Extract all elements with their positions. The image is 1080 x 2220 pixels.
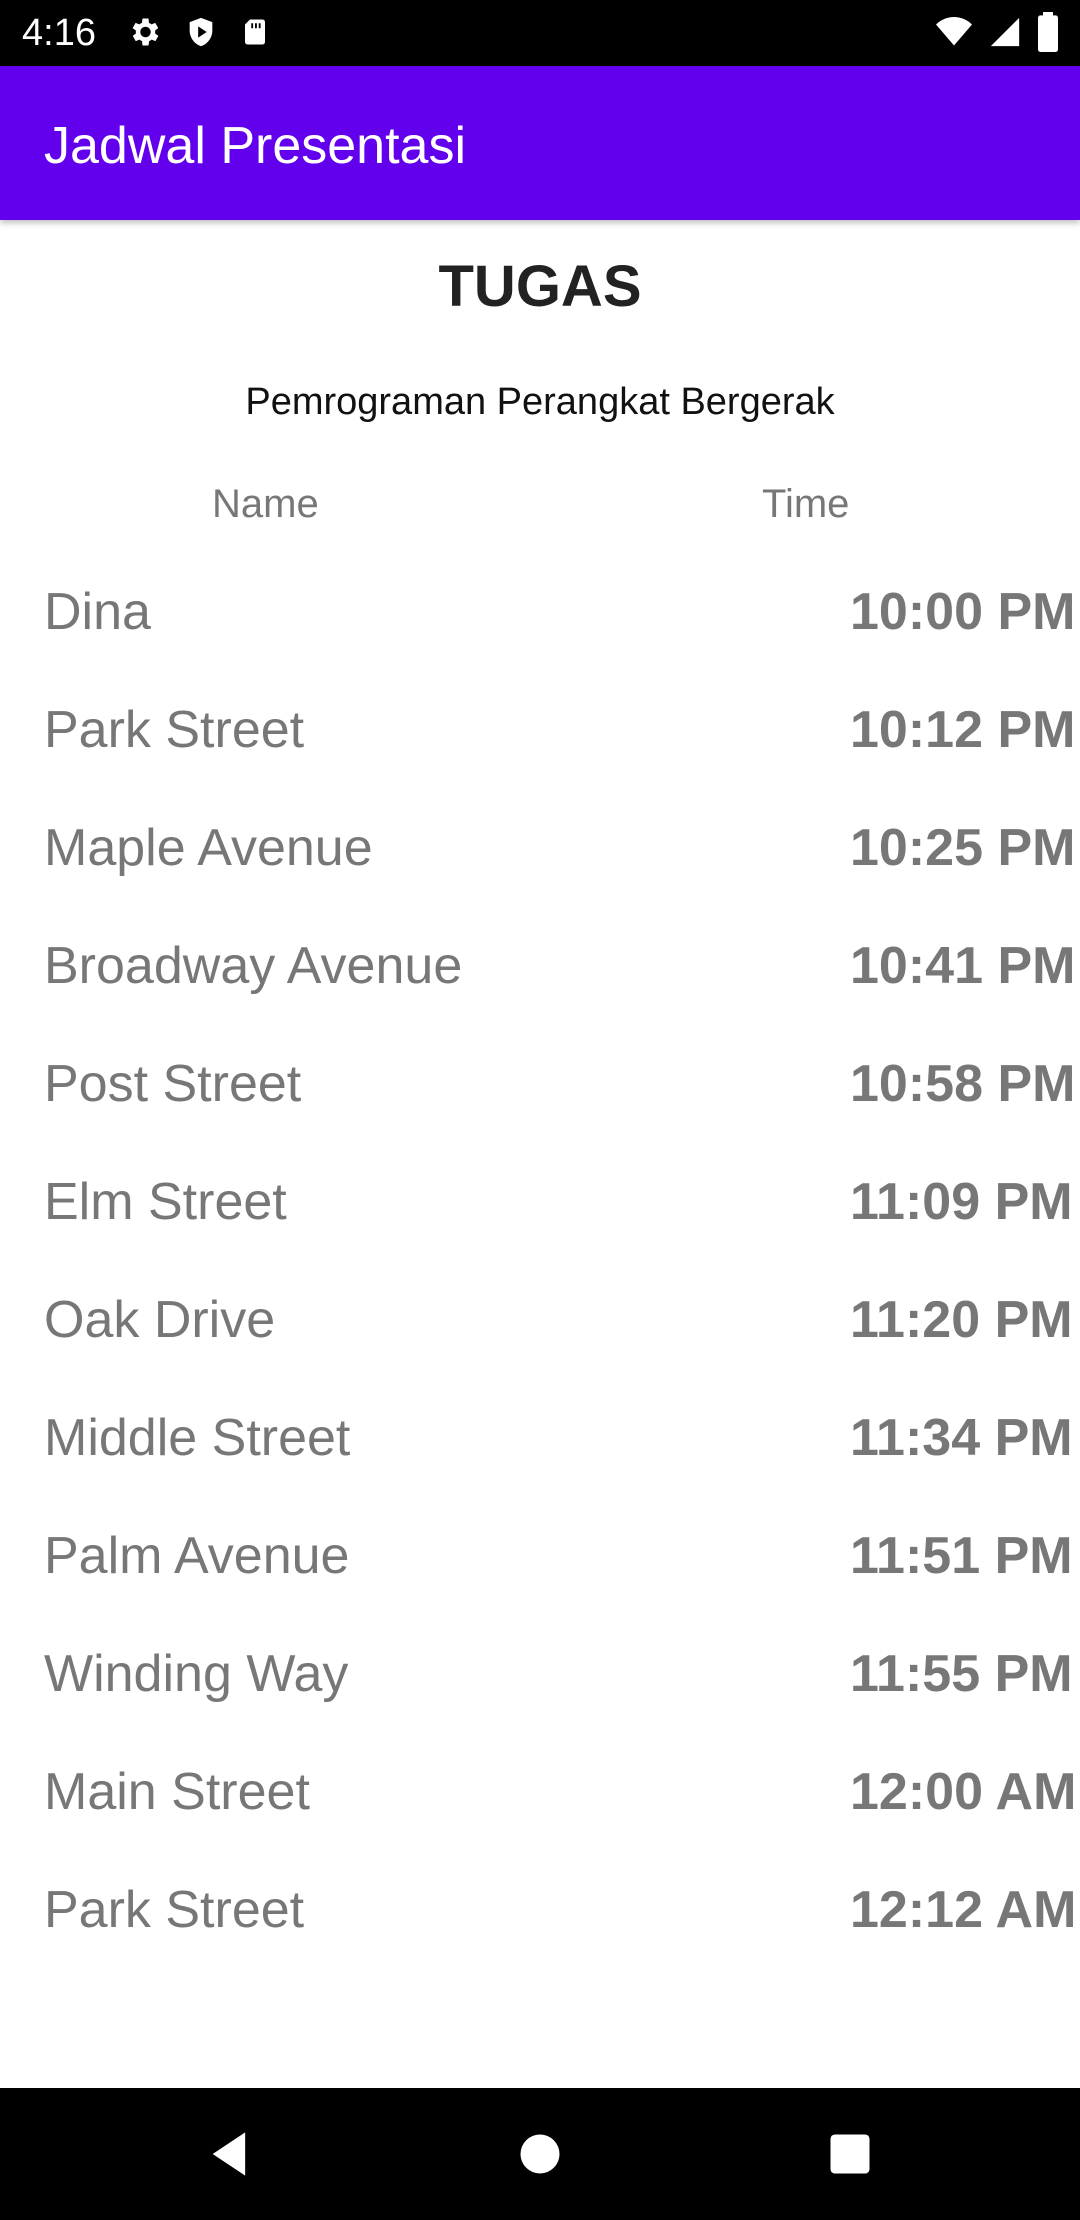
schedule-list: Dina 10:00 PM Park Street 10:12 PM Maple… (0, 556, 1080, 1972)
item-name: Main Street (44, 1763, 310, 1821)
status-icons-right (934, 12, 1060, 57)
list-item: Elm Street 11:09 PM (0, 1146, 1080, 1264)
list-item: Main Street 12:00 AM (0, 1736, 1080, 1854)
item-time: 11:55 PM (850, 1645, 1073, 1703)
item-time: 12:12 AM (850, 1881, 1077, 1939)
list-item: Maple Avenue 10:25 PM (0, 792, 1080, 910)
list-item: Post Street 10:58 PM (0, 1028, 1080, 1146)
column-header-time: Time (762, 482, 850, 526)
gear-icon (126, 14, 162, 55)
navigation-bar (0, 2088, 1080, 2220)
item-name: Elm Street (44, 1173, 287, 1231)
item-name: Park Street (44, 701, 305, 759)
status-icons-left (126, 14, 270, 55)
battery-icon (1036, 12, 1060, 57)
item-name: Oak Drive (44, 1291, 276, 1349)
status-time: 4:16 (22, 12, 96, 54)
list-item: Broadway Avenue 10:41 PM (0, 910, 1080, 1028)
item-time: 10:58 PM (850, 1055, 1076, 1113)
recents-icon[interactable] (824, 2128, 876, 2180)
item-time: 10:12 PM (850, 701, 1076, 759)
item-name: Winding Way (44, 1645, 349, 1703)
item-time: 11:20 PM (850, 1291, 1073, 1349)
item-name: Post Street (44, 1055, 302, 1113)
item-name: Middle Street (44, 1409, 351, 1467)
list-item: Dina 10:00 PM (0, 556, 1080, 674)
item-name: Maple Avenue (44, 819, 373, 877)
app-title: Jadwal Presentasi (44, 117, 466, 175)
shield-icon (184, 14, 218, 55)
item-name: Palm Avenue (44, 1527, 350, 1585)
signal-icon (988, 14, 1022, 55)
page-subtitle: Pemrograman Perangkat Bergerak (245, 381, 835, 423)
list-item: Oak Drive 11:20 PM (0, 1264, 1080, 1382)
list-item: Park Street 12:12 AM (0, 1854, 1080, 1972)
app-bar: Jadwal Presentasi (0, 66, 1080, 220)
status-bar: 4:16 (0, 0, 1080, 66)
item-time: 11:09 PM (850, 1173, 1073, 1231)
item-time: 12:00 AM (850, 1763, 1077, 1821)
back-icon[interactable] (204, 2128, 256, 2180)
item-time: 10:00 PM (850, 583, 1076, 641)
list-item: Park Street 10:12 PM (0, 674, 1080, 792)
item-time: 10:41 PM (850, 937, 1076, 995)
item-name: Park Street (44, 1881, 305, 1939)
wifi-icon (934, 14, 974, 55)
item-time: 10:25 PM (850, 819, 1076, 877)
list-item: Winding Way 11:55 PM (0, 1618, 1080, 1736)
home-icon[interactable] (514, 2128, 566, 2180)
sd-card-icon (240, 15, 270, 54)
item-time: 11:51 PM (850, 1527, 1073, 1585)
list-item: Middle Street 11:34 PM (0, 1382, 1080, 1500)
item-time: 11:34 PM (850, 1409, 1073, 1467)
list-item: Palm Avenue 11:51 PM (0, 1500, 1080, 1618)
column-header-name: Name (212, 482, 319, 526)
item-name: Dina (44, 583, 151, 641)
page-title: TUGAS (438, 254, 642, 319)
item-name: Broadway Avenue (44, 937, 463, 995)
